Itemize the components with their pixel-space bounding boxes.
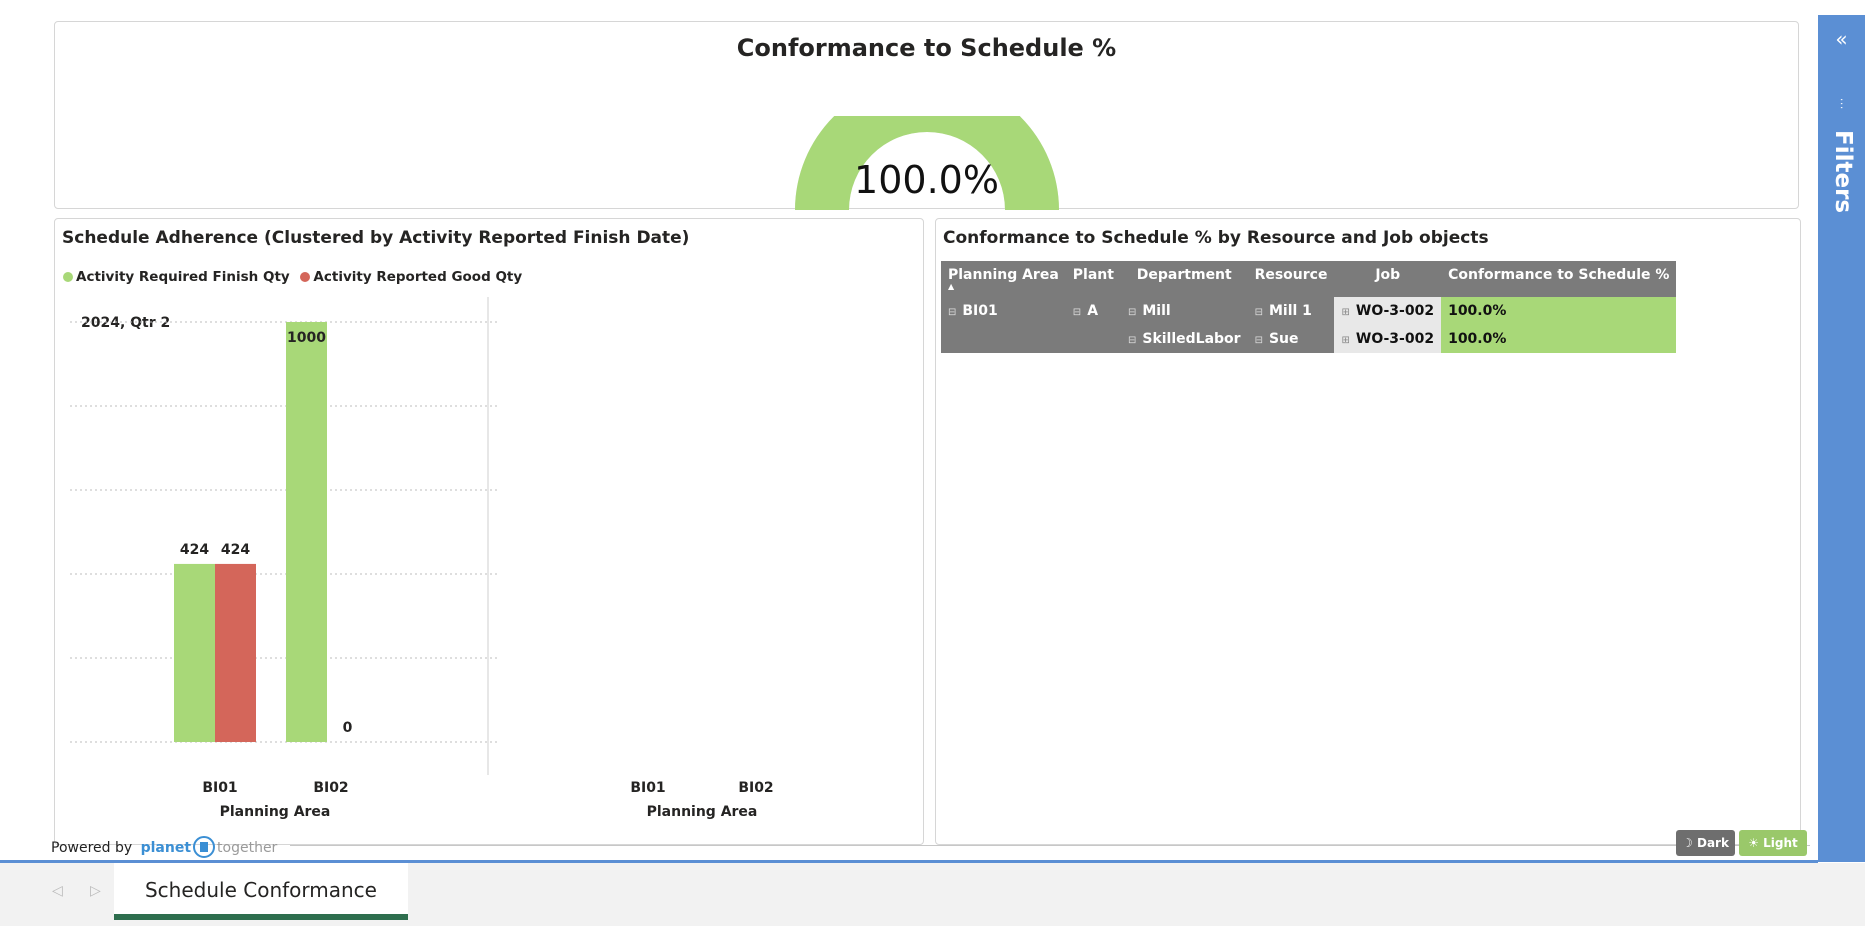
- double-chevron-left-icon[interactable]: «: [1818, 27, 1865, 51]
- schedule-adherence-chart-card[interactable]: Schedule Adherence (Clustered by Activit…: [54, 218, 924, 845]
- cell-plant[interactable]: ⊟ A: [1065, 297, 1121, 325]
- brand-together: together: [217, 840, 278, 856]
- theme-light-button[interactable]: ☀ Light: [1739, 830, 1807, 856]
- table-row[interactable]: ⊟ SkilledLabor ⊟ Sue ⊞ WO-3-002 100.0%: [941, 325, 1677, 353]
- gauge-value: 100.0%: [854, 158, 999, 202]
- gauge-title: Conformance to Schedule %: [736, 34, 1117, 62]
- moon-icon: ☽: [1682, 836, 1697, 850]
- x-tick-label: BI01: [202, 780, 237, 796]
- cell-department[interactable]: ⊟ SkilledLabor: [1120, 325, 1248, 353]
- bar-BI01-0: [174, 563, 215, 742]
- filters-label[interactable]: Filters: [1830, 130, 1856, 213]
- planettogether-logo-icon: [193, 836, 216, 858]
- x-tick-label: BI01: [630, 780, 665, 796]
- x-tick-label: BI02: [738, 780, 773, 796]
- footer-divider: [290, 845, 1810, 846]
- data-label-BI01-0: 424: [180, 542, 209, 558]
- powered-by: Powered by planet together: [51, 836, 277, 858]
- column-header-planning-area[interactable]: Planning Area ▲: [941, 261, 1066, 297]
- collapse-icon[interactable]: ⊟: [1128, 307, 1136, 318]
- column-header-plant[interactable]: Plant: [1065, 261, 1121, 297]
- x-axis-label: Planning Area: [647, 804, 758, 820]
- gauge-card: Conformance to Schedule % 100.0%: [54, 21, 1799, 210]
- cell-conformance: 100.0%: [1441, 297, 1677, 325]
- next-page-icon[interactable]: ▷: [90, 883, 101, 899]
- collapse-icon[interactable]: ⊟: [1128, 335, 1136, 346]
- column-header-conformance[interactable]: Conformance to Schedule %: [1441, 261, 1677, 297]
- cell-department[interactable]: ⊟ Mill: [1120, 297, 1248, 325]
- x-axis-label: Planning Area: [220, 804, 331, 820]
- bar-BI02-0: [286, 322, 327, 742]
- table-row[interactable]: ⊟ BI01 ⊟ A ⊟ Mill ⊟ Mill 1 ⊞ WO-3-002 100.0%: [941, 297, 1677, 325]
- sun-icon: ☀: [1748, 836, 1764, 850]
- collapse-icon[interactable]: ⊟: [1255, 335, 1263, 346]
- column-header-department[interactable]: Department: [1120, 261, 1248, 297]
- filter-icon: ⫶: [1839, 97, 1844, 113]
- x-tick-label: BI02: [313, 780, 348, 796]
- column-header-job[interactable]: Job: [1334, 261, 1442, 297]
- collapse-icon[interactable]: ⊟: [1255, 307, 1263, 318]
- cell-resource[interactable]: ⊟ Mill 1: [1247, 297, 1335, 325]
- data-label-BI02-0: 1000: [287, 330, 326, 346]
- filters-pane[interactable]: « ⫶ Filters: [1818, 15, 1865, 862]
- cell-conformance: 100.0%: [1441, 325, 1677, 353]
- sort-ascending-icon: ▲: [948, 282, 955, 291]
- expand-icon[interactable]: ⊞: [1341, 307, 1349, 318]
- matrix-title: Conformance to Schedule % by Resource an…: [943, 228, 1489, 248]
- conformance-matrix[interactable]: Planning Area ▲ Plant Department Resource…: [941, 261, 1677, 353]
- collapse-icon[interactable]: ⊟: [948, 307, 956, 318]
- cell-resource[interactable]: ⊟ Sue: [1247, 325, 1335, 353]
- cell-plant: [1065, 325, 1121, 353]
- page-tabs-bar: ◁ ▷ Schedule Conformance: [0, 863, 1865, 926]
- column-header-resource[interactable]: Resource: [1247, 261, 1335, 297]
- data-label-BI01-1: 424: [221, 542, 250, 558]
- powered-by-text: Powered by: [51, 840, 133, 856]
- period-label: 2024, Qtr 2: [81, 315, 170, 331]
- conformance-matrix-card[interactable]: Conformance to Schedule % by Resource an…: [935, 218, 1801, 845]
- cell-planning-area: [941, 325, 1066, 353]
- cell-job[interactable]: ⊞ WO-3-002: [1334, 297, 1442, 325]
- collapse-icon[interactable]: ⊟: [1073, 307, 1081, 318]
- theme-dark-button[interactable]: ☽ Dark: [1676, 830, 1735, 856]
- bar-BI01-1: [215, 563, 256, 742]
- cell-planning-area[interactable]: ⊟ BI01: [941, 297, 1066, 325]
- data-label-BI02-1: 0: [343, 720, 353, 736]
- chart-plot[interactable]: 2024, Qtr 2 424 424 1000 0 BI01 BI02 Planning A…: [55, 219, 923, 844]
- cell-job[interactable]: ⊞ WO-3-002: [1334, 325, 1442, 353]
- expand-icon[interactable]: ⊞: [1341, 335, 1349, 346]
- brand-planet: planet: [140, 840, 192, 856]
- tab-schedule-conformance[interactable]: Schedule Conformance: [114, 863, 408, 920]
- previous-page-icon[interactable]: ◁: [52, 883, 63, 899]
